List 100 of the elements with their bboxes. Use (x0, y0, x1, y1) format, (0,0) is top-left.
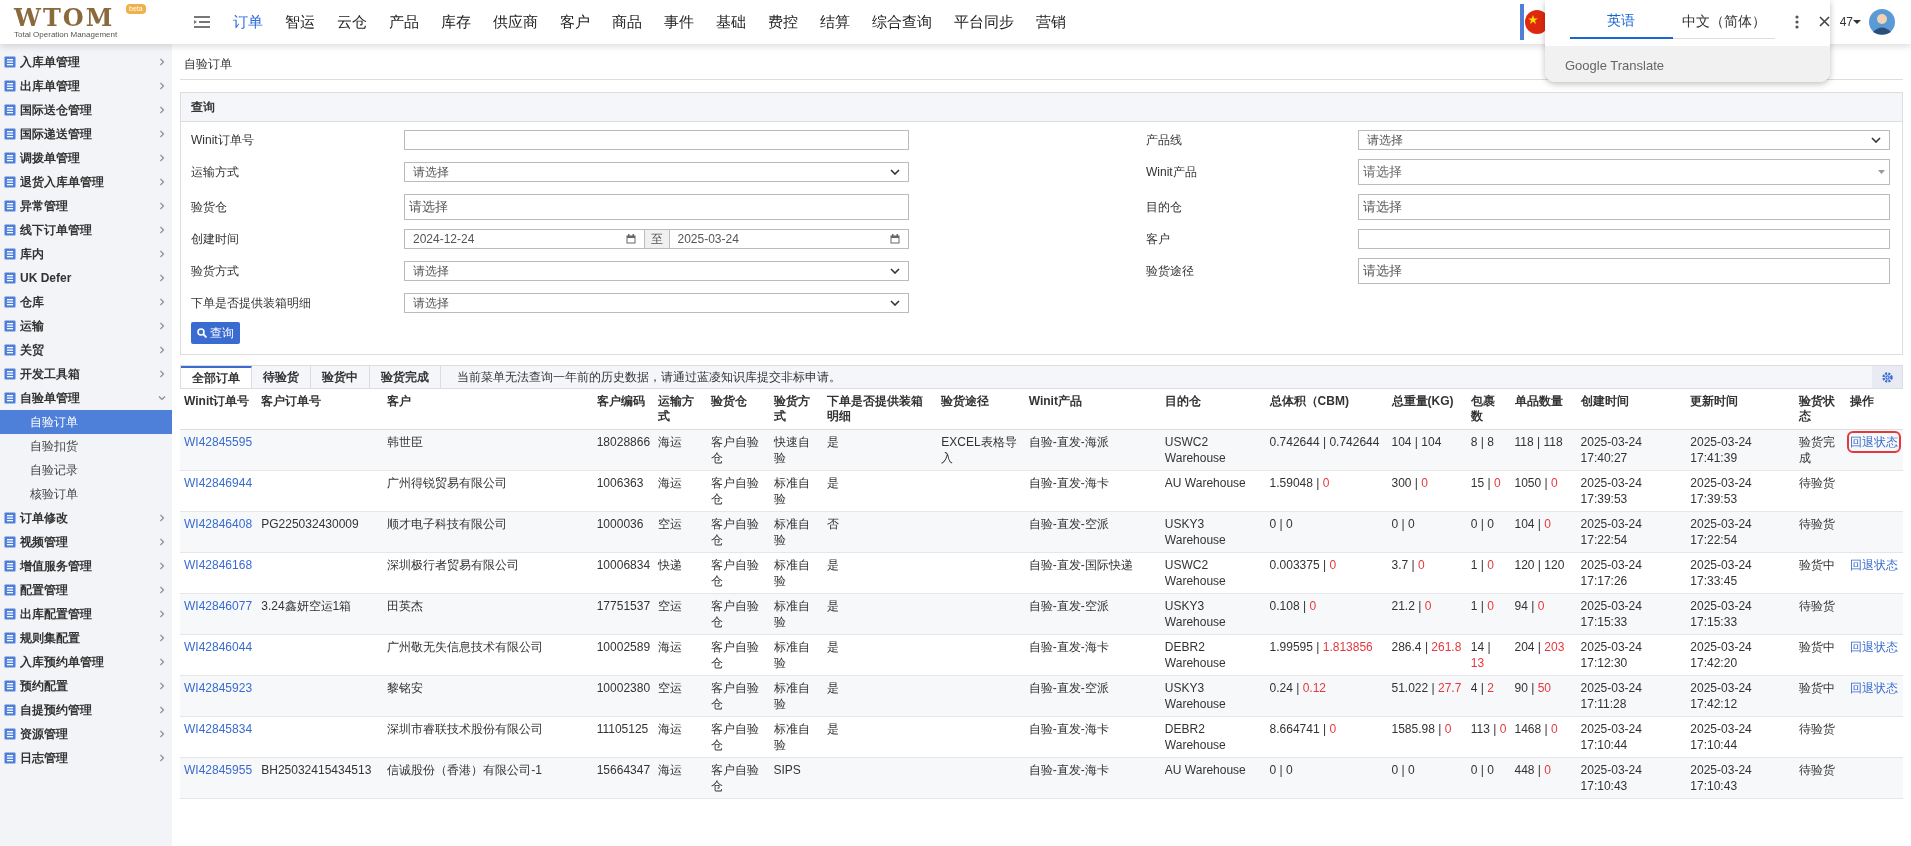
language-tab[interactable]: 中文（简体） (1672, 4, 1775, 39)
select-field[interactable]: 请选择 (404, 194, 909, 220)
chevron-right-icon[interactable] (158, 250, 166, 258)
select-field[interactable]: 请选择 (404, 293, 909, 313)
sidebar-item[interactable]: 关贸 (0, 338, 172, 362)
order-link[interactable]: WI42846168 (184, 558, 253, 572)
chevron-right-icon[interactable] (158, 322, 166, 330)
chevron-right-icon[interactable] (158, 562, 166, 570)
sidebar-item[interactable]: 规则集配置 (0, 626, 172, 650)
settings-icon[interactable] (1881, 371, 1893, 383)
sidebar-item[interactable]: 入库单管理 (0, 50, 172, 74)
rollback-link[interactable]: 回退状态 (1849, 639, 1898, 655)
date-field[interactable]: 2025-03-24 (668, 229, 909, 249)
sidebar-item[interactable]: 日志管理 (0, 746, 172, 770)
chevron-right-icon[interactable] (158, 658, 166, 666)
select-field[interactable]: 请选择 (1358, 258, 1890, 284)
sidebar-item[interactable]: 出库单管理 (0, 74, 172, 98)
sidebar-item[interactable]: 线下订单管理 (0, 218, 172, 242)
input-field[interactable] (404, 130, 909, 150)
chevron-right-icon[interactable] (158, 298, 166, 306)
search-button[interactable]: 查询 (191, 322, 240, 344)
chevron-right-icon[interactable] (158, 226, 166, 234)
sidebar-item[interactable]: 配置管理 (0, 578, 172, 602)
chevron-right-icon[interactable] (158, 106, 166, 114)
language-tab[interactable]: 英语 (1570, 4, 1673, 39)
sidebar-item[interactable]: UK Defer (0, 266, 172, 290)
nav-tab[interactable]: 产品 (378, 10, 430, 34)
avatar-icon[interactable] (1869, 9, 1895, 35)
rollback-link[interactable]: 回退状态 (1849, 680, 1898, 696)
chevron-right-icon[interactable] (158, 706, 166, 714)
select-field[interactable]: 请选择 (1358, 194, 1890, 220)
sidebar-item[interactable]: 订单修改 (0, 506, 172, 530)
sidebar-item[interactable]: 自验单管理 (0, 386, 172, 410)
nav-tab[interactable]: 综合查询 (861, 10, 943, 34)
select-field[interactable]: 请选择 (404, 162, 909, 182)
chevron-right-icon[interactable] (158, 154, 166, 162)
sidebar-item[interactable]: 国际递送管理 (0, 122, 172, 146)
order-link[interactable]: WI42845595 (184, 435, 253, 449)
sidebar-item[interactable]: 预约配置 (0, 674, 172, 698)
order-link[interactable]: WI42845955 (184, 763, 253, 777)
nav-tab[interactable]: 平台同步 (943, 10, 1025, 34)
chevron-right-icon[interactable] (158, 682, 166, 690)
sidebar-item[interactable]: 资源管理 (0, 722, 172, 746)
close-icon[interactable] (1819, 16, 1830, 27)
sidebar-subitem[interactable]: 核验订单 (0, 482, 172, 506)
chevron-right-icon[interactable] (158, 538, 166, 546)
order-link[interactable]: WI42845834 (184, 722, 253, 736)
nav-tab[interactable]: 结算 (809, 10, 861, 34)
date-field[interactable]: 2024-12-24 (404, 229, 645, 249)
sidebar-item[interactable]: 异常管理 (0, 194, 172, 218)
nav-tab[interactable]: 营销 (1025, 10, 1077, 34)
chevron-right-icon[interactable] (158, 754, 166, 762)
order-link[interactable]: WI42846944 (184, 476, 253, 490)
chevron-right-icon[interactable] (158, 370, 166, 378)
status-tab[interactable]: 全部订单 (181, 366, 252, 388)
sidebar-item[interactable]: 退货入库单管理 (0, 170, 172, 194)
select-field[interactable]: 请选择 (1358, 159, 1890, 185)
sidebar-item[interactable]: 开发工具箱 (0, 362, 172, 386)
user-name[interactable]: 47 (1839, 13, 1853, 31)
sidebar-item[interactable]: 自提预约管理 (0, 698, 172, 722)
sidebar-item[interactable]: 运输 (0, 314, 172, 338)
settings-button[interactable] (1872, 366, 1902, 388)
status-tab[interactable]: 验货完成 (370, 366, 441, 388)
select-field[interactable]: 请选择 (1358, 130, 1890, 150)
sidebar-item[interactable]: 库内 (0, 242, 172, 266)
sidebar-item[interactable]: 增值服务管理 (0, 554, 172, 578)
sidebar-subitem[interactable]: 自验记录 (0, 458, 172, 482)
nav-tab[interactable]: 基础 (705, 10, 757, 34)
order-link[interactable]: WI42846077 (184, 599, 253, 613)
input-field[interactable] (1358, 229, 1890, 249)
chevron-right-icon[interactable] (158, 202, 166, 210)
status-tab[interactable]: 验货中 (311, 366, 370, 388)
sidebar-item[interactable]: 国际送仓管理 (0, 98, 172, 122)
caret-icon[interactable] (1853, 19, 1861, 25)
select-field[interactable]: 请选择 (404, 261, 909, 281)
nav-tab[interactable]: 订单 (222, 10, 274, 34)
menu-icon[interactable] (194, 16, 210, 28)
sidebar-item[interactable]: 仓库 (0, 290, 172, 314)
chevron-right-icon[interactable] (158, 346, 166, 354)
sidebar-item[interactable]: 出库配置管理 (0, 602, 172, 626)
chevron-down-icon[interactable] (158, 394, 166, 402)
rollback-link[interactable]: 回退状态 (1849, 434, 1898, 450)
status-tab[interactable]: 待验货 (252, 366, 311, 388)
rollback-link[interactable]: 回退状态 (1849, 557, 1898, 573)
sidebar-subitem[interactable]: 自验订单 (0, 410, 172, 434)
nav-tab[interactable]: 供应商 (482, 10, 549, 34)
order-link[interactable]: WI42846044 (184, 640, 253, 654)
nav-tab[interactable]: 云仓 (326, 10, 378, 34)
chevron-right-icon[interactable] (158, 610, 166, 618)
sidebar-item[interactable]: 视频管理 (0, 530, 172, 554)
chevron-right-icon[interactable] (158, 514, 166, 522)
chevron-right-icon[interactable] (158, 178, 166, 186)
nav-tab[interactable]: 库存 (430, 10, 482, 34)
chevron-right-icon[interactable] (158, 82, 166, 90)
chevron-right-icon[interactable] (158, 634, 166, 642)
nav-tab[interactable]: 智运 (274, 10, 326, 34)
more-icon[interactable] (1795, 14, 1799, 29)
chevron-right-icon[interactable] (158, 130, 166, 138)
order-link[interactable]: WI42846408 (184, 517, 253, 531)
chevron-right-icon[interactable] (158, 730, 166, 738)
